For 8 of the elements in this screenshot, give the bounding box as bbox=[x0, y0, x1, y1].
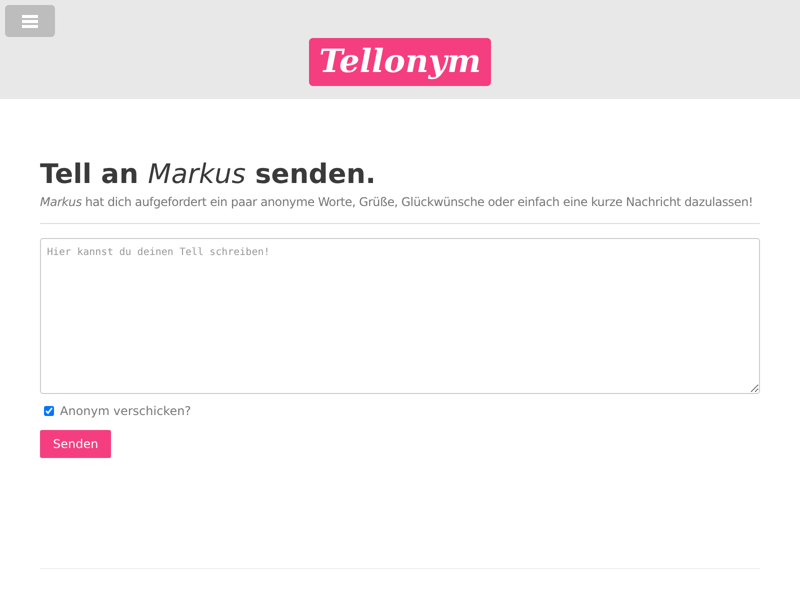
menu-icon bbox=[22, 14, 38, 28]
message-field[interactable]: Hier kannst du deinen Tell schreiben! bbox=[40, 238, 760, 394]
page-heading: Tell an Markus senden. bbox=[40, 158, 377, 192]
send-button[interactable]: Senden bbox=[40, 430, 112, 458]
logo[interactable]: Tellonym bbox=[309, 38, 491, 86]
anonymous-checkbox[interactable] bbox=[44, 406, 54, 416]
subtitle: Markus hat dich aufgefordert ein paar anonyme Worte, Grüße, Glückwünsche oder einfach eine kurze Nachricht dazulassen! bbox=[40, 194, 754, 211]
anonymous-label: Anonym verschicken? bbox=[60, 404, 192, 418]
